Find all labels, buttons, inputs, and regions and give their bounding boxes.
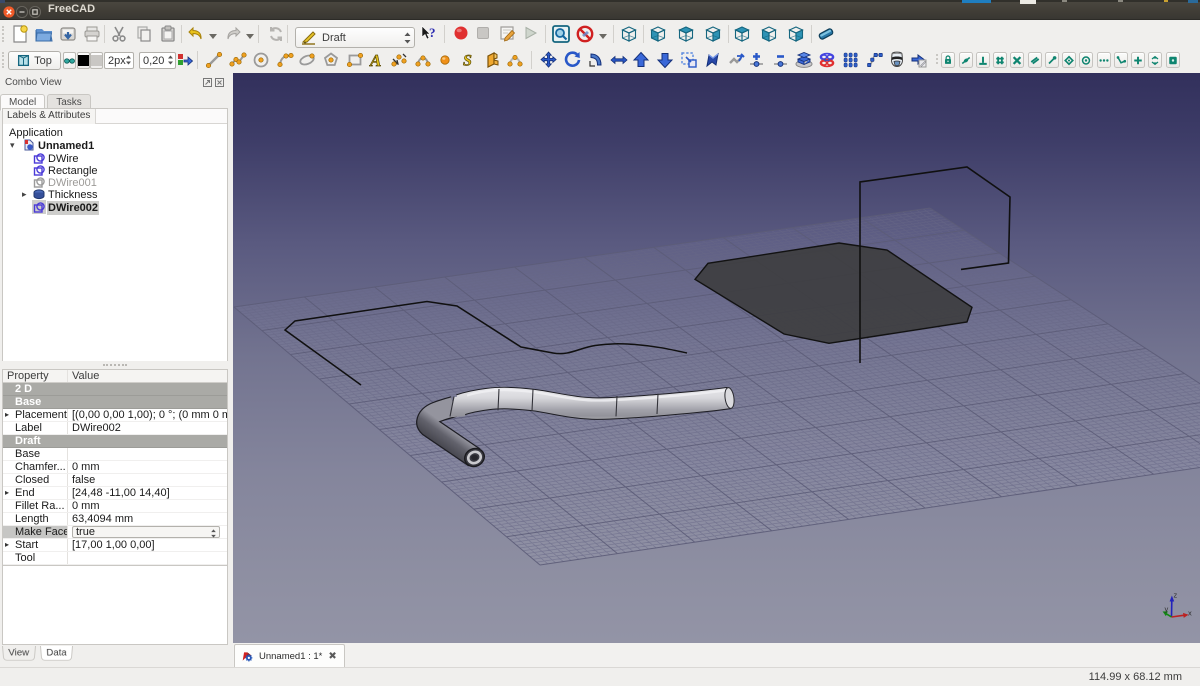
svg-text:x: x xyxy=(1188,609,1192,618)
svg-text:S: S xyxy=(463,53,472,70)
svg-text:y: y xyxy=(1165,605,1169,614)
svg-text:z: z xyxy=(1174,591,1178,600)
svg-text:A: A xyxy=(369,51,381,69)
svg-text:?: ? xyxy=(429,25,436,40)
